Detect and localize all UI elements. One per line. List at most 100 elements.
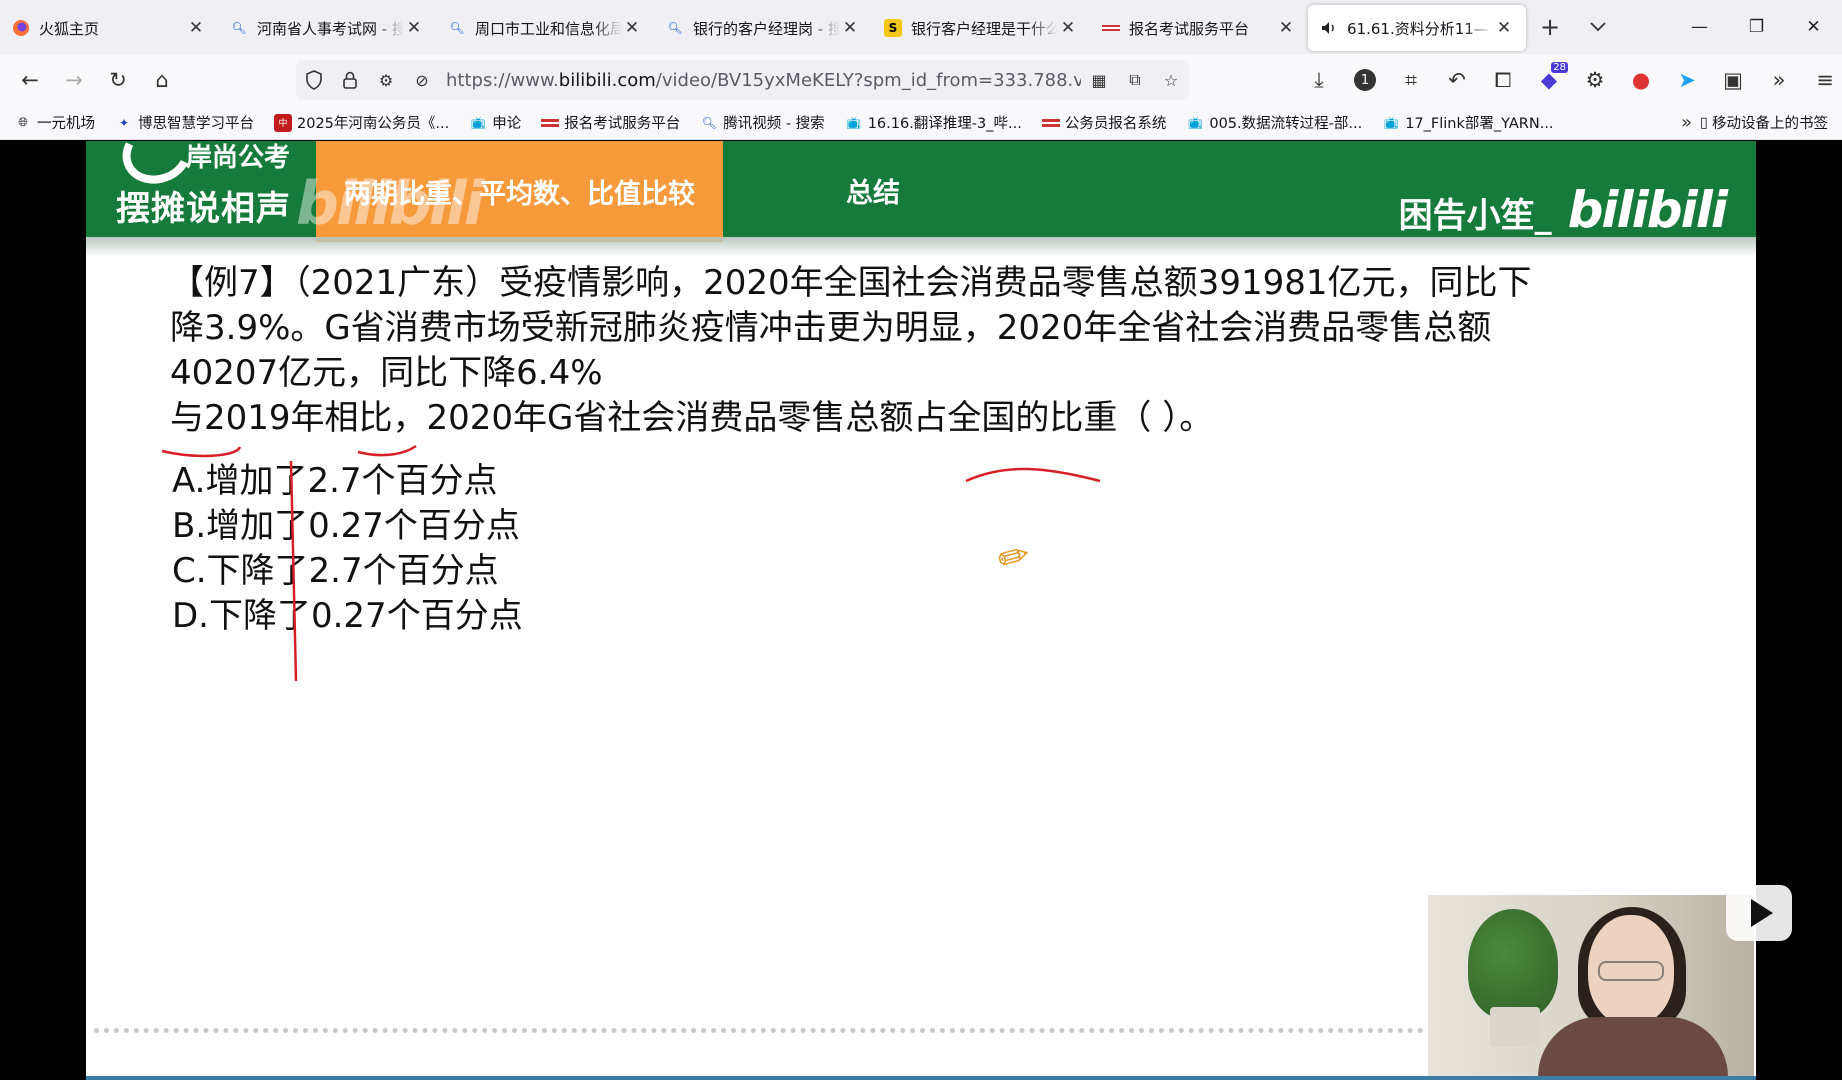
author-name: 困告小笙_ [1398,196,1552,236]
tab-title: 银行的客户经理岗 - 搜 [693,19,840,38]
globe-icon: 🌐︎ [18,115,28,129]
bookmark-item[interactable]: 📺︎ 申论 [469,112,522,133]
bilibili-tv-icon: 📺︎ [470,115,486,130]
presenter-camera [1428,895,1754,1080]
bosi-icon: ✦ [118,115,130,130]
tab-exam-platform[interactable]: 报名考试服务平台 ✕ [1090,5,1308,51]
undo-icon[interactable]: ↶ [1434,62,1480,98]
minimize-icon[interactable]: — [1671,0,1728,54]
close-icon[interactable]: ✕ [1058,18,1078,38]
permissions-icon[interactable]: ⚙︎ [368,62,404,98]
logo-top-text: 岸尚公考 [186,143,291,173]
tab-title: 河南省人事考试网 - 搜 [257,19,404,38]
close-icon[interactable]: ✕ [186,18,206,38]
tab-zhoukou[interactable]: 🔍︎ 周口市工业和信息化局 ✕ [436,5,654,51]
question-line: 40207亿元，同比下降6.4% [170,353,603,393]
extension-bilibili-icon[interactable]: ▣ [1710,62,1756,98]
restore-icon[interactable]: ❐ [1728,0,1785,54]
firefox-icon [12,19,30,37]
bookmark-item[interactable]: 🔍︎ 腾讯视频 - 搜索 [700,112,825,133]
bilibili-logo: bilibili [1567,181,1728,239]
answer-options: A.增加了2.7个百分点 B.增加了0.27个百分点 C.下降了2.7个百分点 … [172,459,523,639]
picture-in-picture-icon[interactable]: ⧉ [1117,62,1153,98]
qr-code-icon[interactable]: ▦ [1081,62,1117,98]
underline-quanguo [965,467,1101,483]
extension-bird-icon[interactable]: ➤ [1664,62,1710,98]
close-window-icon[interactable]: ✕ [1785,0,1842,54]
toolbar-extensions: ⤓ 1 ⌗ ↶ ⧠ ◆ 28 ⚙︎ ● ➤ ▣ » ≡ [1296,62,1842,98]
url-bar[interactable]: ⚙︎ ⊘ https://www.bilibili.com/video/BV15… [296,60,1189,100]
extension-red-icon[interactable]: ● [1618,62,1664,98]
close-icon[interactable]: ✕ [622,18,642,38]
search-icon: 🔍︎ [701,115,717,130]
tab-bank-manager-what[interactable]: S 银行客户经理是干什么 ✕ [872,5,1090,51]
exam-site-icon [1102,19,1120,37]
shield-icon[interactable] [296,62,332,98]
mobile-bookmarks[interactable]: ▯ 移动设备上的书签 [1700,112,1828,133]
tab-title: 周口市工业和信息化局 [475,19,622,38]
extension-gear-icon[interactable]: ⚙︎ [1572,62,1618,98]
crop-screenshot-icon[interactable]: ⌗ [1388,62,1434,98]
tab-henan-exam[interactable]: 🔍︎ 河南省人事考试网 - 搜 ✕ [218,5,436,51]
bookmark-item[interactable]: ✦ 博思智慧学习平台 [115,112,254,133]
zhongkao-icon: 中 [274,113,292,132]
bookmark-item[interactable]: 报名考试服务平台 [541,112,680,133]
tab-bank-manager[interactable]: 🔍︎ 银行的客户经理岗 - 搜 ✕ [654,5,872,51]
bookmark-item[interactable]: 📺︎ 16.16.翻译推理-3_哔... [845,112,1022,133]
question-line: 与2019年相比，2020年G省社会消费品零售总额占全国的比重（ ）。 [170,398,1214,438]
option-d: D.下降了0.27个百分点 [172,596,523,636]
close-icon[interactable]: ✕ [840,18,860,38]
tab-title: 报名考试服务平台 [1129,19,1250,38]
tab-firefox-home[interactable]: 火狐主页 ✕ [0,5,218,51]
chevron-down-icon[interactable] [1574,5,1622,49]
speaker-icon[interactable] [1320,19,1338,37]
option-b: B.增加了0.27个百分点 [172,506,520,546]
lesson-tab-summary: 总结 [846,178,900,209]
banner-shadow [86,237,1756,257]
navigation-toolbar: ← → ↻ ⌂ ⚙︎ ⊘ https://www.bilibili.com/vi… [0,54,1842,106]
bookmarks-toolbar: 🌐︎ 一元机场 ✦ 博思智慧学习平台 中 2025年河南公务员《... 📺︎ 申论 报名… [0,106,1842,140]
extension-badge-icon[interactable]: ◆ 28 [1526,62,1572,98]
bilibili-watermark: bilibili [296,169,484,239]
autoplay-blocked-icon[interactable]: ⊘ [404,62,440,98]
pencil-cursor-icon: ✏︎ [992,531,1035,583]
tab-title: 银行客户经理是干什么 [911,19,1058,38]
underline-2020 [357,444,417,457]
page-content: 岸尚公考 摆摊说相声 两期比重、平均数、比值比较 bilibili 总结 困告小… [0,141,1842,1080]
bookmark-item[interactable]: 公务员报名系统 [1041,112,1166,133]
video-progress-bar[interactable] [86,1076,1756,1080]
new-tab-button[interactable]: + [1526,5,1574,49]
extensions-puzzle-icon[interactable]: ⧠ [1480,62,1526,98]
home-icon[interactable]: ⌂ [140,62,184,98]
bookmark-item[interactable]: 📺︎ 17_Flink部署_YARN... [1382,112,1554,133]
search-icon: 🔍︎ [449,21,465,35]
lock-icon[interactable] [332,62,368,98]
forward-icon[interactable]: → [52,62,96,98]
tab-bilibili-video[interactable]: 61.61.资料分析11— ✕ [1308,5,1526,51]
back-icon[interactable]: ← [8,62,52,98]
phone-icon: ▯ [1700,114,1708,131]
menu-icon[interactable]: ≡ [1802,62,1842,98]
exam-site-icon [1041,114,1060,132]
question-text: 【例7】（2021广东）受疫情影响，2020年全国社会消费品零售总额391981… [170,261,1730,441]
close-icon[interactable]: ✕ [404,18,424,38]
search-icon: 🔍︎ [667,21,683,35]
url-text[interactable]: https://www.bilibili.com/video/BV15yxMeK… [440,70,1081,91]
bookmarks-overflow-icon[interactable]: » [1681,112,1692,133]
bookmark-star-icon[interactable]: ☆ [1153,62,1189,98]
reload-icon[interactable]: ↻ [96,62,140,98]
extension-badge-count: 28 [1551,62,1568,73]
close-icon[interactable]: ✕ [1494,18,1514,38]
password-manager-icon[interactable]: 1 [1342,62,1388,98]
exam-site-icon [541,114,560,132]
bookmark-item[interactable]: 🌐︎ 一元机场 [14,112,95,133]
logo-text: 摆摊说相声 [116,189,291,229]
bookmark-item[interactable]: 📺︎ 005.数据流转过程-部... [1186,112,1362,133]
overflow-chevrons-icon[interactable]: » [1756,62,1802,98]
download-icon[interactable]: ⤓ [1296,62,1342,98]
play-icon[interactable] [1726,885,1792,941]
bilibili-tv-icon: 📺︎ [846,115,862,130]
tab-title: 61.61.资料分析11— [1347,19,1489,38]
bookmark-item[interactable]: 中 2025年河南公务员《... [274,112,449,133]
close-icon[interactable]: ✕ [1276,18,1296,38]
